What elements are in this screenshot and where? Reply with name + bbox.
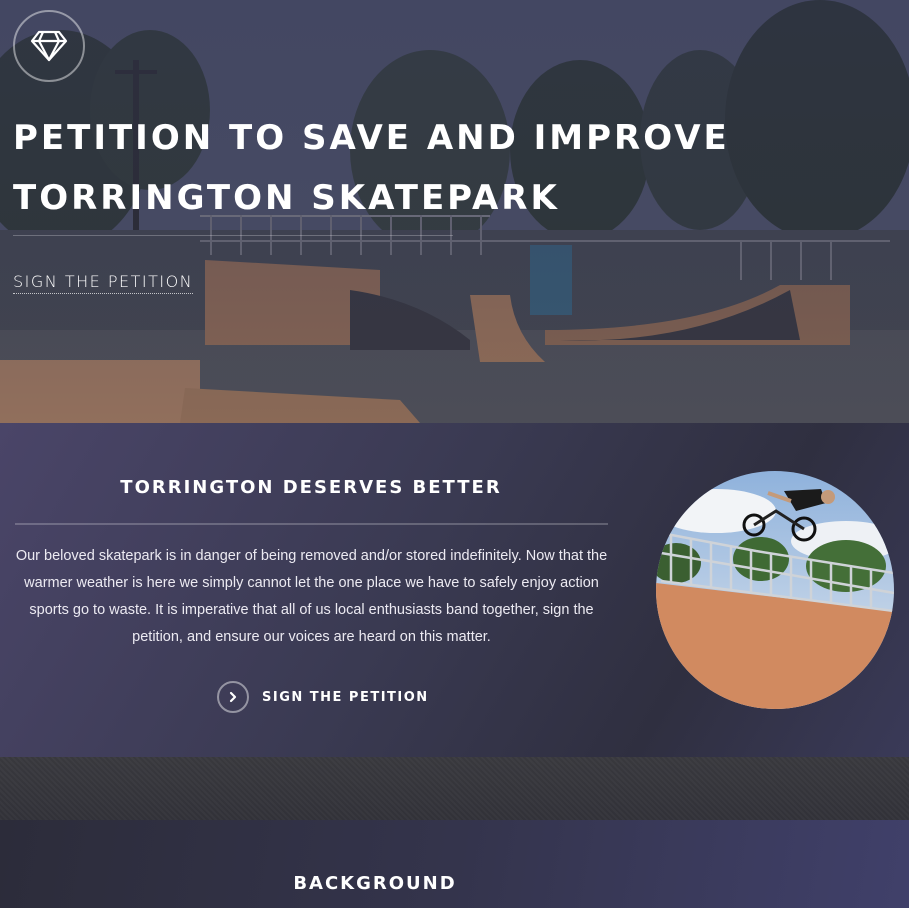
diamond-icon [30,30,68,62]
bmx-rider-photo [656,471,894,709]
bmx-rider-image [656,471,894,709]
cta-circle [217,681,249,713]
intro-divider [15,523,608,525]
logo-badge[interactable] [13,10,85,82]
hero-section: PETITION TO SAVE AND IMPROVE TORRINGTON … [0,0,909,423]
page-title: PETITION TO SAVE AND IMPROVE TORRINGTON … [13,108,813,228]
sign-petition-button[interactable]: SIGN THE PETITION [217,681,429,713]
sign-petition-link[interactable]: SIGN THE PETITION [13,272,194,294]
intro-section: TORRINGTON DESERVES BETTER Our beloved s… [0,423,909,757]
background-heading: BACKGROUND [293,873,457,894]
asphalt-divider-image [0,757,909,820]
intro-body-text: Our beloved skatepark is in danger of be… [15,548,608,645]
hero-divider [13,235,453,236]
page-title-line2: TORRINGTON SKATEPARK [13,178,560,218]
page-title-line1: PETITION TO SAVE AND IMPROVE [13,118,730,158]
intro-heading: TORRINGTON DESERVES BETTER [120,477,502,498]
background-section: BACKGROUND [0,820,909,908]
chevron-right-icon [229,691,237,703]
sign-petition-button-label: SIGN THE PETITION [262,689,429,705]
